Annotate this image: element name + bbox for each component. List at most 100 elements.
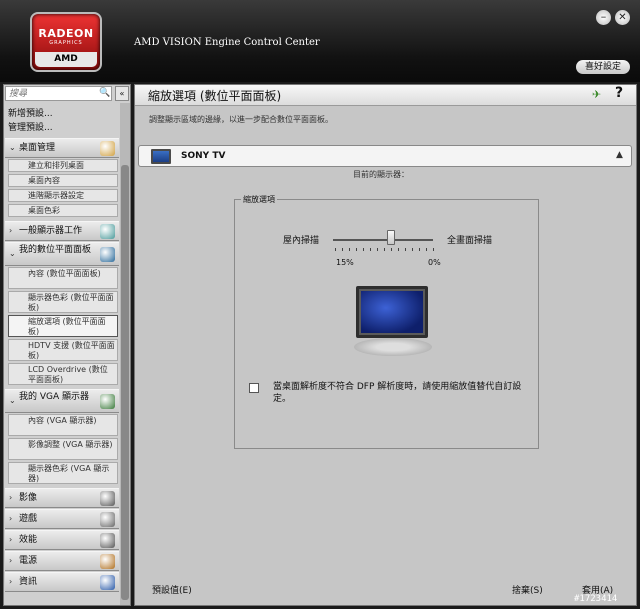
- chevron-down-icon[interactable]: ⌄: [9, 396, 16, 405]
- sidebar-item[interactable]: 縮放選項 (數位平面面板): [8, 315, 118, 337]
- sidebar-item[interactable]: 進階顯示器設定: [8, 189, 118, 202]
- sidebar-category-label: 一般顯示器工作: [19, 226, 83, 236]
- desktop-management-icon: [100, 141, 115, 156]
- sidebar-item[interactable]: 內容 (VGA 顯示器): [8, 414, 118, 436]
- sidebar-link[interactable]: 新增預設...: [8, 106, 53, 119]
- slider-tick: [419, 248, 420, 251]
- slider-tick: [335, 248, 336, 251]
- underscan-label: 屋內掃描: [283, 236, 320, 246]
- app-title: AMD VISION Engine Control Center: [134, 37, 320, 48]
- slider-tick: [384, 248, 385, 251]
- scaling-checkbox-label[interactable]: 當桌面解析度不符合 DFP 解析度時，請使用縮放值替代自訂設定。: [273, 381, 523, 405]
- minimize-button[interactable]: –: [596, 10, 611, 25]
- slider-tick: [426, 248, 427, 251]
- chevron-right-icon[interactable]: ›: [9, 514, 12, 523]
- monitor-preview-display: [361, 291, 423, 333]
- sidebar-item[interactable]: 顯示器色彩 (VGA 顯示器): [8, 462, 118, 484]
- sidebar-item[interactable]: 桌面色彩: [8, 204, 118, 217]
- sidebar-item[interactable]: 桌面內容: [8, 174, 118, 187]
- sidebar-item[interactable]: 顯示器色彩 (數位平面面板): [8, 291, 118, 313]
- display-selector[interactable]: SONY TV ▲: [138, 145, 632, 167]
- close-button[interactable]: ✕: [615, 10, 630, 25]
- sidebar-category-label: 我的數位平面面板: [19, 245, 92, 255]
- chevron-right-icon[interactable]: ›: [9, 493, 12, 502]
- help-icon[interactable]: ?: [615, 85, 623, 101]
- sidebar-link[interactable]: 管理預設...: [8, 120, 53, 133]
- app-header: RADEON GRAPHICS AMD AMD VISION Engine Co…: [0, 0, 640, 82]
- sidebar-scrollbar[interactable]: [120, 103, 130, 605]
- information-icon: [100, 575, 115, 590]
- slider-tick: [342, 248, 343, 251]
- scrollbar-thumb[interactable]: [121, 165, 129, 600]
- search-box[interactable]: 🔍: [5, 86, 112, 101]
- sidebar-category[interactable]: › 電源: [5, 551, 119, 571]
- current-display-label: 目前的顯示器：: [353, 170, 409, 179]
- vga-display-icon: [100, 394, 115, 409]
- slider-tick: [433, 248, 434, 251]
- sidebar-category-label: 遊戲: [19, 514, 38, 524]
- slider-tick: [412, 248, 413, 251]
- slider-thumb[interactable]: [387, 230, 395, 245]
- page-title: 縮放選項 (數位平面面板): [148, 89, 282, 103]
- sidebar: 🔍 « 新增預設...管理預設...⌄桌面管理建立和排列桌面桌面內容進階顯示器設…: [3, 84, 131, 606]
- defaults-button[interactable]: 預設值(E): [152, 583, 192, 596]
- sidebar-category[interactable]: ⌄ 我的 VGA 顯示器: [5, 389, 119, 413]
- sidebar-category[interactable]: › 效能: [5, 530, 119, 550]
- sidebar-item[interactable]: LCD Overdrive (數位平面面板): [8, 363, 118, 385]
- sidebar-category-label: 資訊: [19, 577, 38, 587]
- flat-panel-icon: [100, 247, 115, 262]
- sidebar-category[interactable]: › 資訊: [5, 572, 119, 592]
- watermark: #1723414: [574, 594, 618, 604]
- monitor-preview-base: [354, 338, 432, 356]
- chevron-right-icon[interactable]: ›: [9, 577, 12, 586]
- slider-tick: [363, 248, 364, 251]
- logo-text: RADEON: [38, 27, 94, 40]
- page-description: 調整顯示區域的邊緣，以進一步配合數位平面面板。: [149, 115, 333, 124]
- scaling-checkbox[interactable]: [249, 383, 259, 393]
- monitor-preview-screen: [356, 286, 428, 338]
- chevron-down-icon[interactable]: ⌄: [9, 249, 16, 258]
- pin-icon[interactable]: ✈: [592, 88, 605, 101]
- radeon-logo: RADEON GRAPHICS AMD: [30, 12, 102, 72]
- chevron-down-icon[interactable]: ⌄: [9, 143, 16, 152]
- sidebar-category[interactable]: ⌄ 桌面管理: [5, 138, 119, 158]
- scale-max-label: 0%: [428, 258, 441, 267]
- scaling-slider[interactable]: [333, 239, 433, 241]
- main-header: 縮放選項 (數位平面面板) ✈ ?: [135, 85, 636, 106]
- monitor-preview-image: [346, 286, 441, 361]
- chevron-right-icon[interactable]: ›: [9, 556, 12, 565]
- sidebar-category-label: 我的 VGA 顯示器: [19, 392, 90, 402]
- sidebar-category[interactable]: › 一般顯示器工作: [5, 221, 119, 241]
- sidebar-category-label: 效能: [19, 535, 38, 545]
- logo-brand: AMD: [35, 52, 97, 67]
- preferences-button[interactable]: 喜好設定: [576, 60, 630, 74]
- chevron-right-icon[interactable]: ›: [9, 226, 12, 235]
- sidebar-item[interactable]: HDTV 支援 (數位平面面板): [8, 339, 118, 361]
- sidebar-category[interactable]: › 遊戲: [5, 509, 119, 529]
- search-icon[interactable]: 🔍: [99, 88, 110, 98]
- slider-tick: [391, 248, 392, 251]
- slider-tick: [398, 248, 399, 251]
- scaling-options-group: 縮放選項 屋內掃描 全畫面掃描 15% 0% 當桌面解析度不符合 DFP 解析度…: [234, 194, 539, 449]
- sidebar-category-label: 桌面管理: [19, 143, 56, 153]
- sidebar-item[interactable]: 影像調整 (VGA 顯示器): [8, 438, 118, 460]
- performance-icon: [100, 533, 115, 548]
- sidebar-item[interactable]: 建立和排列桌面: [8, 159, 118, 172]
- main-panel: 縮放選項 (數位平面面板) ✈ ? 調整顯示區域的邊緣，以進一步配合數位平面面板…: [134, 84, 637, 606]
- chevron-up-icon[interactable]: ▲: [616, 150, 623, 160]
- slider-tick: [356, 248, 357, 251]
- sidebar-list: 新增預設... 管理預設... ⌄ 桌面管理 建立和排列桌面 桌面內容 進階顯示器設定 桌面色…: [4, 103, 119, 605]
- search-input[interactable]: [9, 87, 94, 100]
- video-icon: [100, 491, 115, 506]
- discard-button[interactable]: 捨棄(S): [512, 583, 543, 596]
- slider-tick: [370, 248, 371, 251]
- collapse-sidebar-button[interactable]: «: [115, 86, 129, 101]
- sidebar-item[interactable]: 內容 (數位平面面板): [8, 267, 118, 289]
- sidebar-category[interactable]: ⌄ 我的數位平面面板: [5, 242, 119, 266]
- sidebar-category-label: 電源: [19, 556, 38, 566]
- gaming-icon: [100, 512, 115, 527]
- scale-min-label: 15%: [336, 258, 354, 267]
- chevron-right-icon[interactable]: ›: [9, 535, 12, 544]
- sidebar-category[interactable]: › 影像: [5, 488, 119, 508]
- power-icon: [100, 554, 115, 569]
